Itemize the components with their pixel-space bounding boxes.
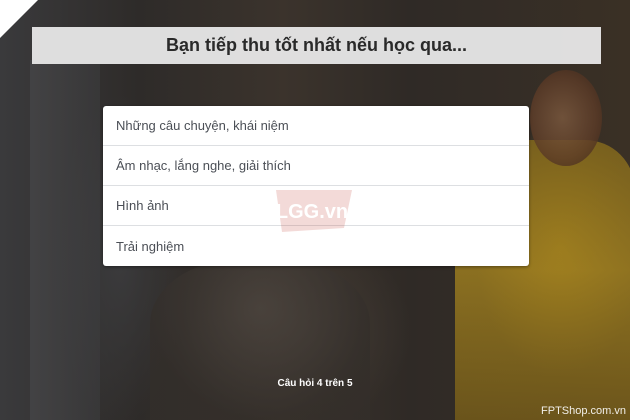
answer-options-list: Những câu chuyện, khái niệm Âm nhạc, lắn… bbox=[103, 106, 529, 266]
background-crowd bbox=[150, 260, 370, 420]
question-progress: Câu hỏi 4 trên 5 bbox=[277, 378, 353, 389]
background-pillar bbox=[30, 60, 100, 420]
answer-option-music[interactable]: Âm nhạc, lắng nghe, giải thích bbox=[103, 146, 529, 186]
source-credit: FPTShop.com.vn bbox=[541, 405, 626, 417]
answer-option-images[interactable]: Hình ảnh bbox=[103, 186, 529, 226]
question-title: Bạn tiếp thu tốt nhất nếu học qua... bbox=[166, 35, 467, 55]
background-woman-head bbox=[530, 70, 602, 166]
question-header: Bạn tiếp thu tốt nhất nếu học qua... bbox=[32, 27, 601, 64]
answer-option-experience[interactable]: Trải nghiệm bbox=[103, 226, 529, 266]
answer-option-stories[interactable]: Những câu chuyện, khái niệm bbox=[103, 106, 529, 146]
